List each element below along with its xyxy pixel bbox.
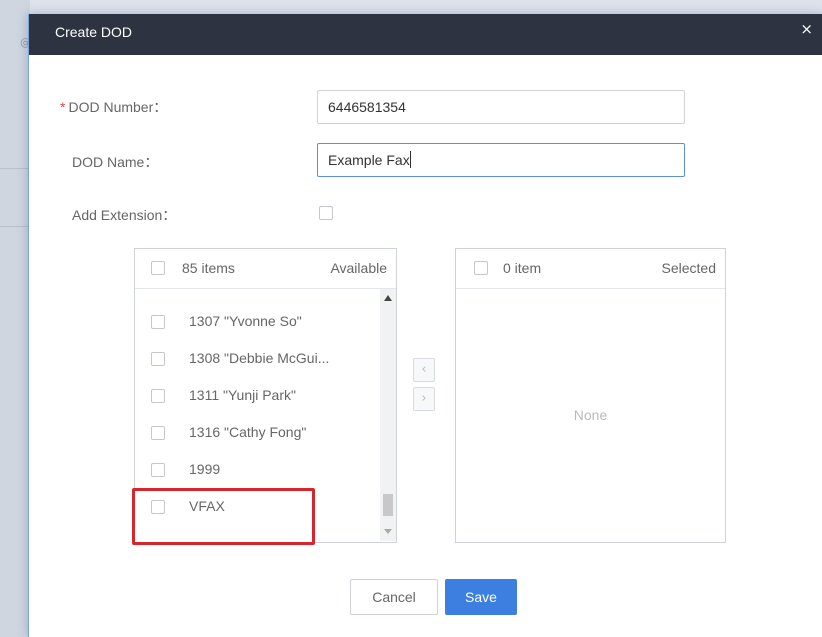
dod-number-label-text: DOD Number： [68,99,168,115]
selected-title: Selected [661,260,716,276]
list-item[interactable]: 1307 "Yvonne So" [135,307,375,337]
available-scrollbar[interactable] [380,289,396,541]
available-select-all-checkbox[interactable] [151,261,165,275]
required-mark: * [60,99,66,115]
add-extension-checkbox[interactable] [319,206,333,220]
background-divider [0,168,30,169]
selected-select-all-checkbox[interactable] [474,261,488,275]
selected-panel-header: 0 item Selected [456,249,725,289]
list-item[interactable]: 1311 "Yunji Park" [135,381,375,411]
list-item[interactable]: 1308 "Debbie McGui... [135,344,375,374]
list-item-checkbox[interactable] [151,389,165,403]
list-item-checkbox[interactable] [151,463,165,477]
selected-panel: 0 item Selected None [455,248,726,543]
dod-name-label: DOD Name： [72,154,159,170]
list-item-checkbox[interactable] [151,426,165,440]
background-sidebar-strip: @ [0,0,31,637]
move-left-button[interactable]: ‹ [413,358,435,382]
list-item-label: 1999 [189,461,221,477]
list-item-label: 1311 "Yunji Park" [189,387,296,403]
dod-name-input[interactable]: Example Fax [317,143,685,177]
cancel-button[interactable]: Cancel [350,579,438,615]
add-extension-label: Add Extension： [72,207,177,223]
dod-number-label: * DOD Number： [60,97,167,117]
selected-count: 0 item [503,260,542,276]
dialog-titlebar: Create DOD × [29,14,822,55]
list-item-label: 1316 "Cathy Fong" [189,424,307,440]
save-button[interactable]: Save [445,579,517,615]
available-panel-header: 85 items Available [135,249,396,289]
create-dod-dialog: Create DOD × * DOD Number： 6446581354 DOD… [28,14,822,637]
scroll-thumb[interactable] [383,494,393,516]
scroll-up-arrow-icon[interactable] [384,295,392,301]
list-item-checkbox[interactable] [151,352,165,366]
scroll-down-arrow-icon[interactable] [384,529,392,534]
text-caret [409,151,411,168]
list-item-label: 1308 "Debbie McGui... [189,350,330,366]
dialog-title: Create DOD [55,24,133,40]
close-icon[interactable]: × [800,20,813,38]
dod-name-value: Example Fax [328,152,410,168]
available-count: 85 items [182,260,235,276]
selected-empty-text: None [573,407,608,423]
highlight-box [132,488,315,545]
list-item-label: 1307 "Yvonne So" [189,313,302,329]
move-right-button[interactable]: › [413,387,435,411]
background-divider [0,226,30,227]
available-title: Available [330,260,387,276]
list-item-checkbox[interactable] [151,315,165,329]
list-item[interactable]: 1316 "Cathy Fong" [135,418,375,448]
dod-number-input[interactable]: 6446581354 [317,90,685,124]
list-item[interactable]: 1999 [135,455,375,485]
